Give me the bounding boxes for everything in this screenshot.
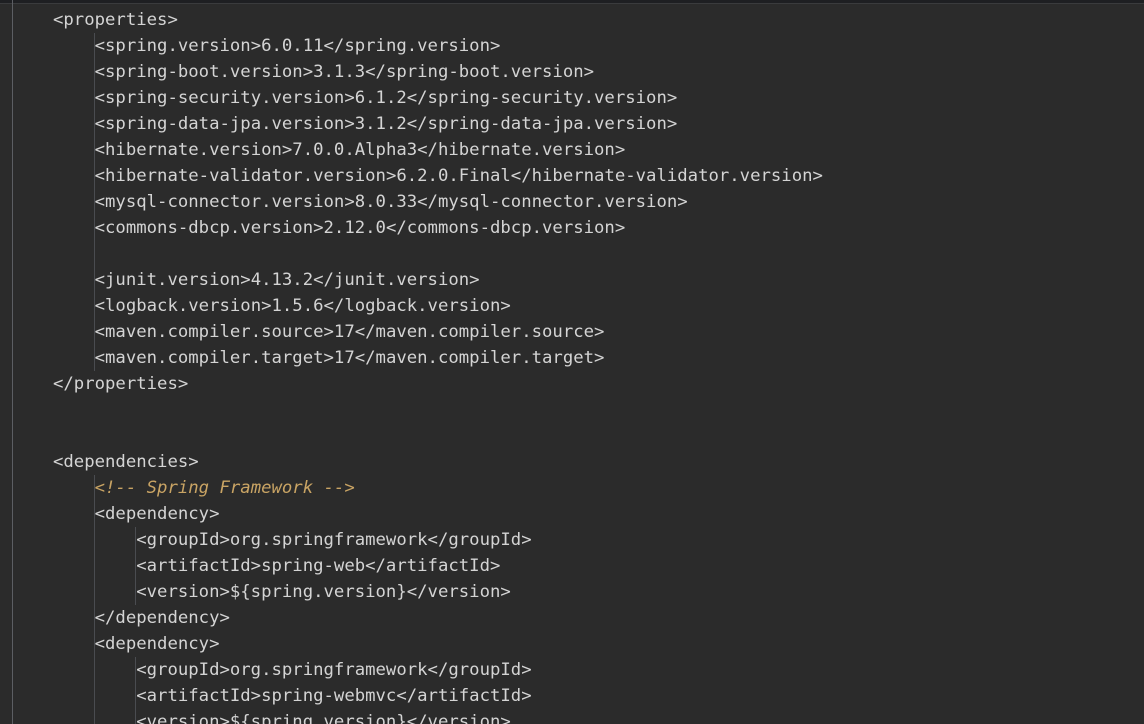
gutter-separator [12,0,13,724]
code-text: <spring.version>6.0.11</spring.version> [94,36,501,56]
code-text: <dependencies> [53,452,199,472]
code-text: <hibernate.version>7.0.0.Alpha3</hiberna… [94,140,626,160]
code-line[interactable]: <artifactId>spring-webmvc</artifactId> [53,683,1133,709]
indent-guide [135,657,137,724]
code-line[interactable]: <groupId>org.springframework</groupId> [53,657,1133,683]
code-text: </dependency> [94,608,230,628]
code-text: <properties> [53,10,178,30]
code-line[interactable]: <version>${spring.version}</version> [53,709,1133,724]
code-line[interactable]: <spring.version>6.0.11</spring.version> [53,33,1133,59]
code-text: <junit.version>4.13.2</junit.version> [94,270,480,290]
code-text: <groupId>org.springframework</groupId> [136,530,532,550]
code-line[interactable]: <spring-boot.version>3.1.3</spring-boot.… [53,59,1133,85]
code-text: <logback.version>1.5.6</logback.version> [94,296,511,316]
code-text: <mysql-connector.version>8.0.33</mysql-c… [94,192,688,212]
code-line[interactable]: <properties> [53,7,1133,33]
code-text: <!-- Spring Framework --> [94,478,355,498]
code-editor[interactable]: <properties> <spring.version>6.0.11</spr… [0,0,1144,724]
code-line[interactable]: <hibernate.version>7.0.0.Alpha3</hiberna… [53,137,1133,163]
code-line[interactable]: <logback.version>1.5.6</logback.version> [53,293,1133,319]
code-line[interactable]: <spring-security.version>6.1.2</spring-s… [53,85,1133,111]
editor-top-border [0,0,1144,4]
code-line[interactable]: <maven.compiler.source>17</maven.compile… [53,319,1133,345]
indent-guide [93,475,95,724]
code-text: <maven.compiler.target>17</maven.compile… [94,348,605,368]
code-line[interactable] [53,397,1133,423]
code-comment-line[interactable]: <!-- Spring Framework --> [53,475,1133,501]
code-line[interactable]: <dependencies> [53,449,1133,475]
code-line[interactable]: </properties> [53,371,1133,397]
code-line[interactable]: <version>${spring.version}</version> [53,579,1133,605]
code-text: <spring-data-jpa.version>3.1.2</spring-d… [94,114,678,134]
code-line[interactable]: <maven.compiler.target>17</maven.compile… [53,345,1133,371]
code-text: </properties> [53,374,189,394]
code-text: <maven.compiler.source>17</maven.compile… [94,322,605,342]
code-text: <artifactId>spring-webmvc</artifactId> [136,686,532,706]
code-line[interactable] [53,423,1133,449]
code-line[interactable]: <commons-dbcp.version>2.12.0</commons-db… [53,215,1133,241]
code-line[interactable]: <dependency> [53,501,1133,527]
code-text: <dependency> [94,504,220,524]
code-line[interactable]: <mysql-connector.version>8.0.33</mysql-c… [53,189,1133,215]
code-line[interactable]: <dependency> [53,631,1133,657]
code-line[interactable]: <junit.version>4.13.2</junit.version> [53,267,1133,293]
indent-guide [135,527,137,605]
code-text: <spring-security.version>6.1.2</spring-s… [94,88,678,108]
code-text: <version>${spring.version}</version> [136,582,511,602]
indent-guide [93,33,95,371]
code-text: <version>${spring.version}</version> [136,712,511,724]
code-text: <spring-boot.version>3.1.3</spring-boot.… [94,62,595,82]
code-text: <artifactId>spring-web</artifactId> [136,556,501,576]
code-line[interactable]: <groupId>org.springframework</groupId> [53,527,1133,553]
code-text: <groupId>org.springframework</groupId> [136,660,532,680]
code-line[interactable]: <hibernate-validator.version>6.2.0.Final… [53,163,1133,189]
code-line[interactable]: <spring-data-jpa.version>3.1.2</spring-d… [53,111,1133,137]
code-text: <commons-dbcp.version>2.12.0</commons-db… [94,218,626,238]
code-line[interactable] [53,241,1133,267]
code-line[interactable]: </dependency> [53,605,1133,631]
code-line[interactable]: <artifactId>spring-web</artifactId> [53,553,1133,579]
code-text: <dependency> [94,634,220,654]
code-area[interactable]: <properties> <spring.version>6.0.11</spr… [53,7,1133,724]
code-text: <hibernate-validator.version>6.2.0.Final… [94,166,823,186]
